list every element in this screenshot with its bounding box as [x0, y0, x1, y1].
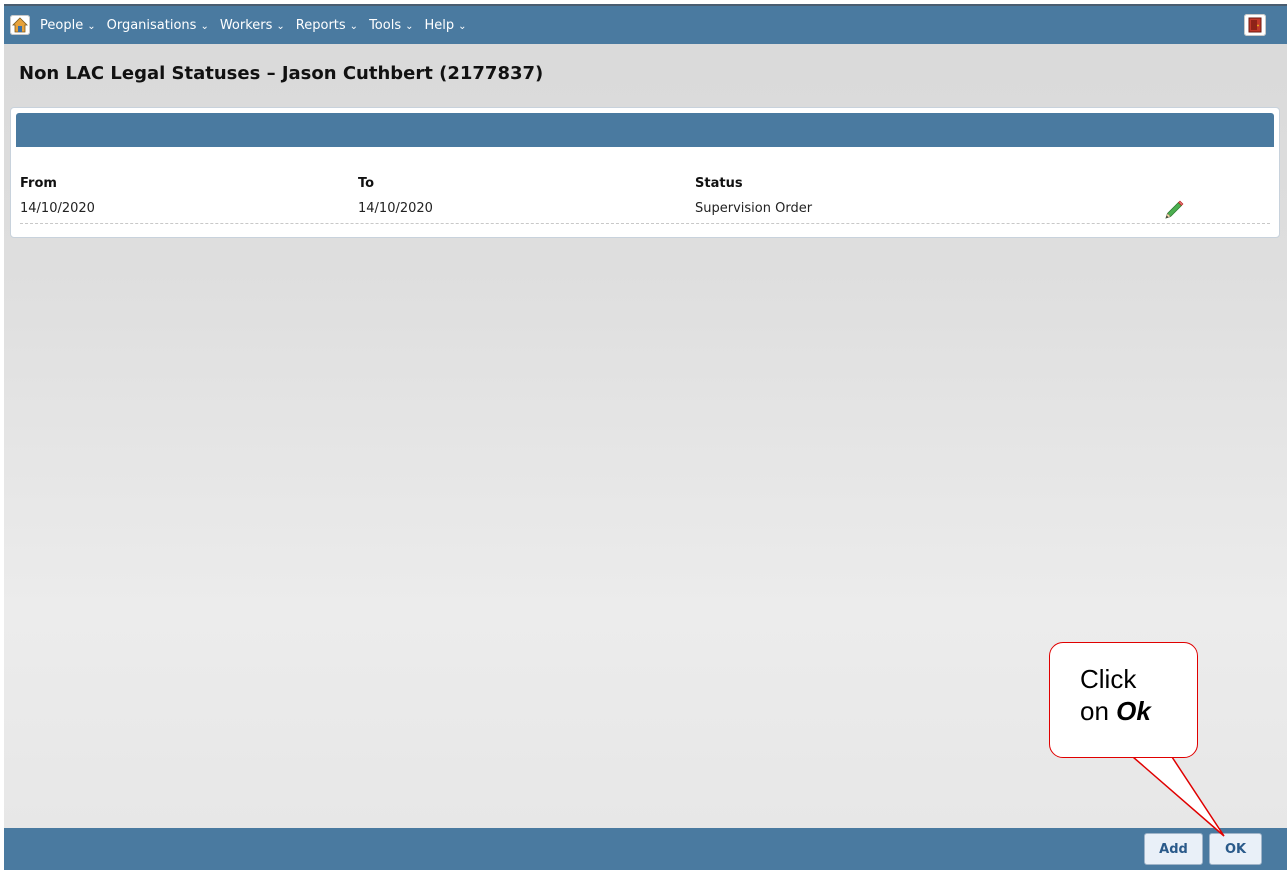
callout-line-2: on Ok [1080, 695, 1151, 727]
menu-people[interactable]: People ⌄ [40, 18, 96, 33]
menu-reports-label: Reports [295, 17, 346, 33]
add-button[interactable]: Add [1144, 833, 1203, 865]
menu-workers-label: Workers [219, 17, 273, 33]
menu-help-label: Help [424, 17, 455, 33]
row-divider [20, 223, 1270, 224]
bottom-action-bar: Add OK [4, 828, 1287, 870]
exit-door-icon[interactable] [1244, 14, 1266, 36]
column-header-to: To [358, 176, 375, 191]
cell-to: 14/10/2020 [358, 201, 433, 216]
page-title: Non LAC Legal Statuses – Jason Cuthbert … [19, 63, 544, 84]
pencil-icon[interactable] [1163, 199, 1185, 221]
chevron-down-icon: ⌄ [276, 20, 285, 32]
chevron-down-icon: ⌄ [87, 20, 96, 32]
chevron-down-icon: ⌄ [349, 20, 359, 32]
instruction-callout: Click on Ok [1049, 642, 1198, 758]
cell-from: 14/10/2020 [20, 201, 95, 216]
cell-status: Supervision Order [695, 201, 813, 216]
menu-workers[interactable]: Workers ⌄ [220, 18, 285, 33]
menu-tools-label: Tools [369, 17, 402, 33]
chevron-down-icon: ⌄ [458, 20, 467, 32]
menu-tools[interactable]: Tools ⌄ [369, 18, 413, 33]
home-icon[interactable] [10, 15, 30, 35]
menu-organisations-label: Organisations [106, 17, 197, 33]
column-header-from: From [20, 176, 57, 191]
top-navigation-bar: People ⌄ Organisations ⌄ Workers ⌄ Reports ⌄… [4, 6, 1287, 44]
callout-line-2-prefix: on [1080, 696, 1117, 726]
menu-help[interactable]: Help ⌄ [424, 18, 466, 33]
menu-people-label: People [40, 17, 84, 33]
menu-organisations[interactable]: Organisations ⌄ [107, 18, 209, 33]
ok-button[interactable]: OK [1209, 833, 1262, 865]
legal-statuses-panel: From To Status 14/10/2020 14/10/2020 Sup… [10, 107, 1280, 238]
panel-header [16, 113, 1274, 147]
column-header-status: Status [695, 176, 743, 191]
callout-text: Click on Ok [1080, 663, 1151, 727]
callout-emphasis: Ok [1116, 696, 1151, 726]
chevron-down-icon: ⌄ [405, 20, 414, 32]
chevron-down-icon: ⌄ [200, 20, 209, 32]
menu-reports[interactable]: Reports ⌄ [296, 18, 358, 33]
main-menu: People ⌄ Organisations ⌄ Workers ⌄ Reports ⌄… [40, 6, 478, 44]
callout-line-1: Click [1080, 664, 1137, 694]
